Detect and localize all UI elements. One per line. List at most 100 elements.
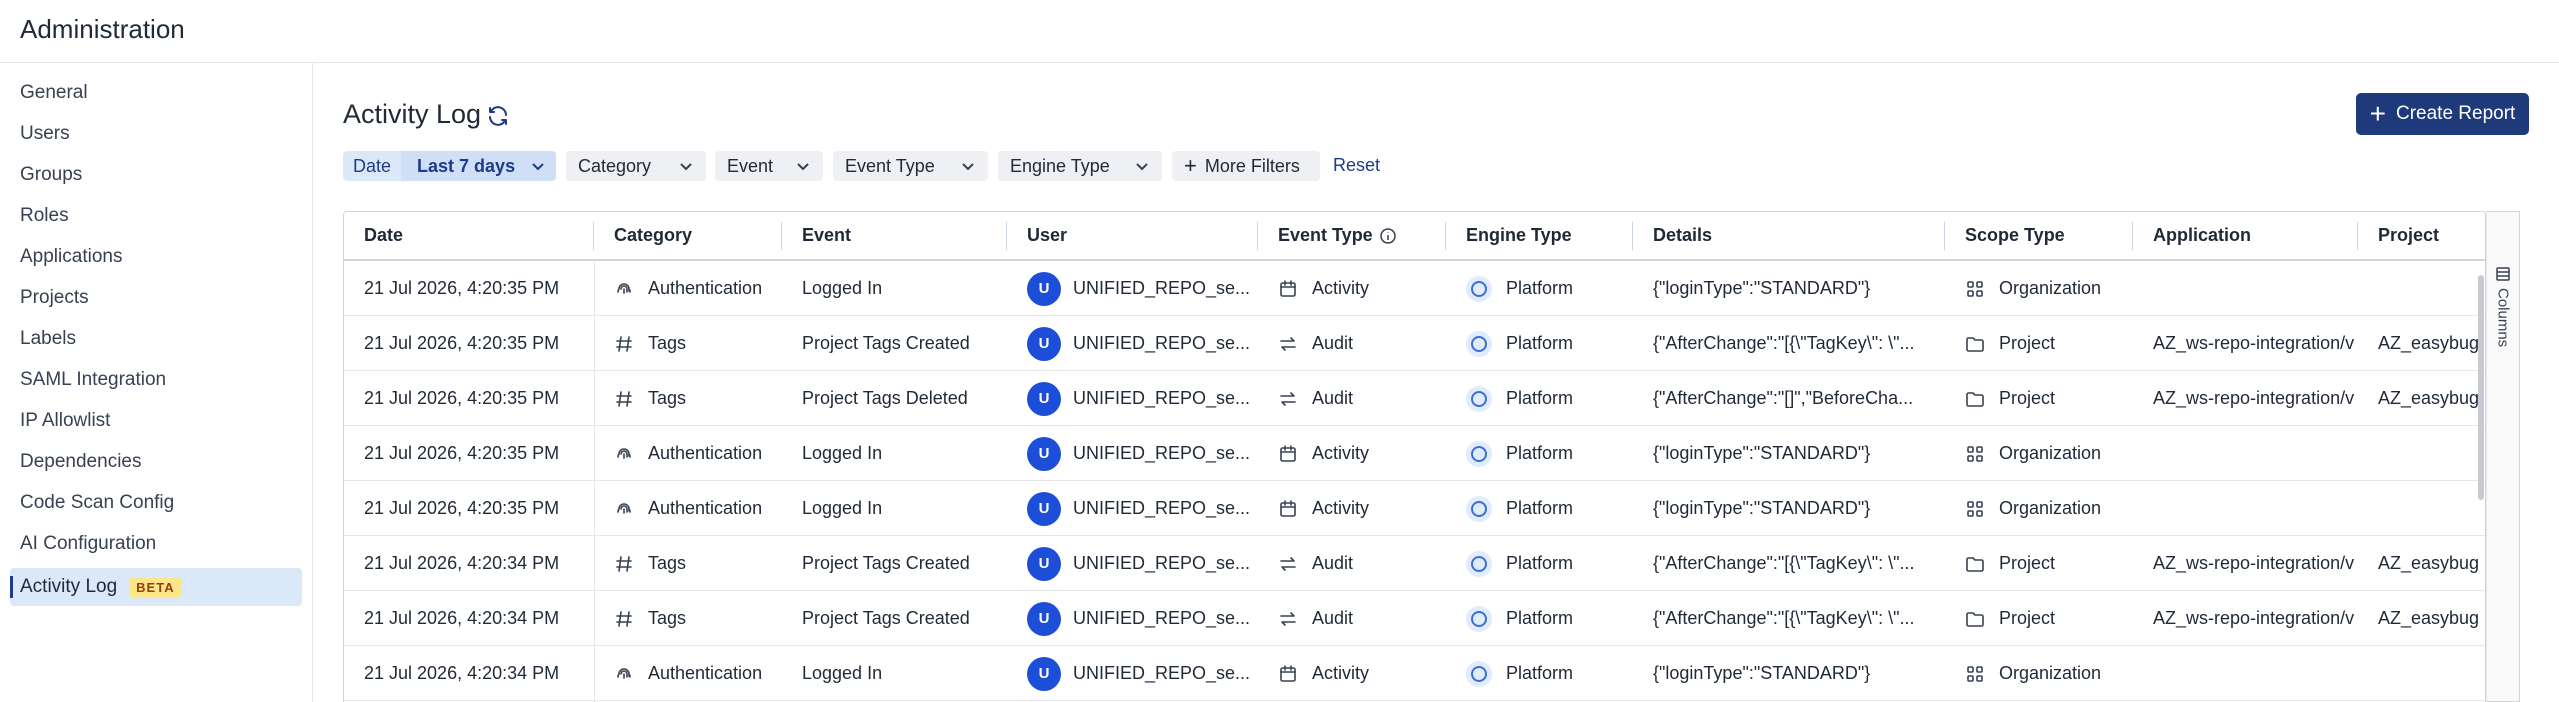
column-header-date[interactable]: Date (344, 212, 594, 260)
project-cell: AZ_easybug (2358, 371, 2485, 426)
sidebar-item-groups[interactable]: Groups (10, 156, 302, 194)
category-cell-text: Tags (648, 388, 687, 408)
column-header-details[interactable]: Details (1633, 212, 1945, 260)
sidebar-item-ai-configuration[interactable]: AI Configuration (10, 525, 302, 563)
table-row[interactable]: 21 Jul 2026, 4:20:35 PM Tags Project Tags … (344, 371, 2485, 426)
avatar: U (1027, 491, 1061, 526)
sidebar-item-code-scan-config[interactable]: Code Scan Config (10, 484, 302, 522)
table-row[interactable]: 21 Jul 2026, 4:20:35 PM Authentication Log… (344, 426, 2485, 481)
details-cell-text: {"loginType":"STANDARD"} (1653, 443, 1871, 463)
sidebar-item-roles[interactable]: Roles (10, 197, 302, 235)
sidebar-item-label: SAML Integration (20, 369, 167, 390)
table-row[interactable]: 21 Jul 2026, 4:20:35 PM Authentication Log… (344, 261, 2485, 316)
scope-type-cell: Organization (1945, 481, 2133, 536)
date-cell: 21 Jul 2026, 4:20:34 PM (344, 536, 594, 591)
scope-type-cell: Organization (1945, 261, 2133, 316)
application-cell-text: AZ_ws-repo-integration/v (2153, 388, 2355, 408)
event-type-cell: Activity (1258, 646, 1446, 701)
chevron-down-icon (532, 163, 544, 171)
table-row[interactable]: 21 Jul 2026, 4:20:35 PM Tags Project Tags … (344, 316, 2485, 371)
hash-icon (616, 390, 632, 407)
date-cell-text: 21 Jul 2026, 4:20:35 PM (364, 443, 560, 463)
platform-icon (1466, 495, 1492, 522)
sidebar-item-label: Roles (20, 205, 69, 226)
swap-icon (1280, 556, 1296, 571)
column-header-engine-type[interactable]: Engine Type (1446, 212, 1633, 260)
table-scrollbar[interactable] (2478, 275, 2484, 500)
table-row[interactable]: 21 Jul 2026, 4:20:35 PM Authentication Log… (344, 481, 2485, 536)
scope-cell-text: Organization (1999, 498, 2102, 518)
project-cell-text: AZ_easybug (2378, 608, 2480, 628)
event-type-filter[interactable]: Event Type (833, 151, 988, 181)
column-header-label: Project (2378, 225, 2440, 245)
sidebar-item-labels[interactable]: Labels (10, 320, 302, 358)
sidebar-item-dependencies[interactable]: Dependencies (10, 443, 302, 481)
event-type-cell: Activity (1258, 481, 1446, 536)
event-type-cell-text: Audit (1312, 388, 1354, 408)
engine-cell-text: Platform (1506, 608, 1574, 628)
avatar: U (1027, 271, 1061, 306)
column-header-category[interactable]: Category (594, 212, 782, 260)
scope-type-cell: Organization (1945, 426, 2133, 481)
event-filter[interactable]: Event (715, 151, 823, 181)
column-header-user[interactable]: User (1007, 212, 1258, 260)
user-cell-text: UNIFIED_REPO_se... (1073, 498, 1251, 518)
sidebar-item-applications[interactable]: Applications (10, 238, 302, 276)
sidebar-item-label: Labels (20, 328, 76, 349)
user-cell: U UNIFIED_REPO_se... (1007, 426, 1258, 481)
more-filters-button[interactable]: + More Filters (1172, 151, 1320, 181)
date-filter-label: Date (353, 155, 392, 176)
column-header-event-type[interactable]: Event Type (1258, 212, 1446, 260)
top-bar: Administration (0, 0, 2559, 63)
sidebar-item-general[interactable]: General (10, 74, 302, 112)
sidebar-item-saml-integration[interactable]: SAML Integration (10, 361, 302, 399)
swap-icon (1280, 611, 1296, 626)
scope-cell-text: Organization (1999, 443, 2102, 463)
event-cell-text: Project Tags Created (802, 608, 970, 628)
column-header-application[interactable]: Application (2133, 212, 2358, 260)
column-header-scope-type[interactable]: Scope Type (1945, 212, 2133, 260)
chevron-down-icon (962, 163, 974, 171)
fingerprint-icon (617, 282, 631, 294)
category-filter[interactable]: Category (566, 151, 706, 181)
engine-cell-text: Platform (1506, 498, 1574, 518)
sidebar-item-label: Applications (20, 246, 123, 267)
engine-type-cell: Platform (1446, 536, 1633, 591)
sidebar-item-label: Activity Log (20, 576, 118, 597)
sidebar-item-users[interactable]: Users (10, 115, 302, 153)
column-header-project[interactable]: Project (2358, 212, 2485, 260)
info-icon[interactable] (1379, 227, 1397, 245)
event-type-cell: Audit (1258, 316, 1446, 371)
avatar: U (1027, 656, 1061, 691)
refresh-icon[interactable] (486, 104, 510, 128)
engine-cell-text: Platform (1506, 278, 1574, 298)
sidebar-item-activity-log[interactable]: Activity Log BETA (10, 568, 302, 606)
create-report-button[interactable]: + Create Report (2356, 93, 2529, 135)
scope-type-cell: Project (1945, 371, 2133, 426)
details-cell-text: {"loginType":"STANDARD"} (1653, 278, 1871, 298)
sidebar-item-label: Code Scan Config (20, 492, 175, 513)
sidebar-item-label: General (20, 82, 88, 103)
avatar: U (1027, 436, 1061, 471)
sidebar-item-ip-allowlist[interactable]: IP Allowlist (10, 402, 302, 440)
event-cell-text: Project Tags Created (802, 333, 970, 353)
details-cell: {"loginType":"STANDARD"} (1633, 261, 1945, 316)
column-divider (594, 260, 595, 702)
table-row[interactable]: 21 Jul 2026, 4:20:34 PM Tags Project Tags … (344, 591, 2485, 646)
activity-table: Date Category Event User Event Type Engi… (343, 211, 2486, 702)
table-row[interactable]: 21 Jul 2026, 4:20:34 PM Tags Project Tags … (344, 536, 2485, 591)
column-header-event[interactable]: Event (782, 212, 1007, 260)
sidebar-item-projects[interactable]: Projects (10, 279, 302, 317)
reset-link[interactable]: Reset (1333, 155, 1380, 176)
table-row[interactable]: 21 Jul 2026, 4:20:34 PM Authentication Log… (344, 646, 2485, 701)
date-filter[interactable]: Date Last 7 days (343, 151, 556, 181)
engine-cell-text: Platform (1506, 553, 1574, 573)
application-cell: AZ_ws-repo-integration/v (2133, 591, 2358, 646)
folder-icon (1966, 336, 1984, 352)
columns-panel: Columns (2486, 211, 2520, 702)
engine-type-filter[interactable]: Engine Type (998, 151, 1162, 181)
category-cell: Authentication (594, 646, 782, 701)
columns-toggle[interactable]: Columns (2491, 267, 2515, 382)
column-header-label: Application (2153, 225, 2251, 245)
details-cell-text: {"AfterChange":"[{\"TagKey\": \"... (1653, 553, 1915, 573)
